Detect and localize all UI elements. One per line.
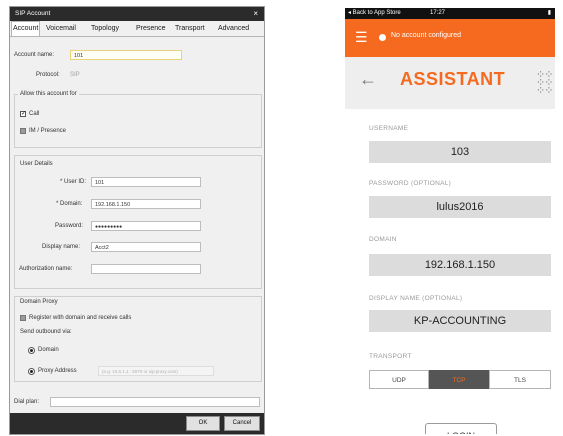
dialog-button-bar: OK Cancel [10,413,264,434]
assistant-title: ASSISTANT [400,69,506,89]
username-label: USERNAME [369,125,409,132]
radio-domain-label: Domain [38,347,59,353]
display-name-label: Display name: [42,244,81,250]
dial-plan-label: Dial plan: [14,399,40,405]
domain-proxy-title: Domain Proxy [20,299,58,305]
domain-field[interactable]: 192.168.1.150 [91,199,201,209]
mobile-assistant-screen: ◂ Back to App Store 17:27 ▮ ☰ No account… [345,8,555,434]
password-label: Password: [55,223,84,229]
dialog-title-bar: SIP Account × [10,7,264,21]
tab-transport[interactable]: Transport [175,22,205,36]
display-name-label: DISPLAY NAME (OPTIONAL) [369,295,463,302]
no-account-text: No account configured [391,32,462,39]
protocol-value: SIP [70,72,80,78]
protocol-label: Protocol: [36,72,60,78]
display-name-field[interactable]: Acct2 [91,242,201,252]
dialpad-grid-icon[interactable]: ⁘⁘ ⁘⁘ ⁘⁘ [536,70,554,97]
tab-bar: Account Voicemail Topology Presence Tran… [10,21,264,37]
dialog-title: SIP Account [15,10,51,17]
radio-proxy-label: Proxy Address [38,368,77,374]
register-checkbox[interactable] [20,315,26,321]
display-name-field[interactable]: KP-ACCOUNTING [369,310,551,332]
register-label: Register with domain and receive calls [29,315,132,321]
ok-button[interactable]: OK [186,416,220,431]
transport-label: TRANSPORT [369,353,412,360]
password-field[interactable]: lulus2016 [369,196,551,218]
call-label: Call [29,111,40,117]
account-name-label: Account name: [14,52,55,58]
user-id-field[interactable]: 101 [91,177,201,187]
password-field[interactable]: ●●●●●●●●● [91,221,201,231]
cancel-button[interactable]: Cancel [224,416,260,431]
assistant-header: ← ASSISTANT ⁘⁘ ⁘⁘ ⁘⁘ [345,57,555,109]
tab-topology[interactable]: Topology [91,22,119,36]
transport-tls[interactable]: TLS [489,370,551,389]
username-field[interactable]: 103 [369,141,551,163]
battery-icon: ▮ [547,10,551,16]
tab-advanced[interactable]: Advanced [218,22,249,36]
dial-plan-field[interactable] [50,397,260,407]
tab-presence[interactable]: Presence [136,22,166,36]
domain-field[interactable]: 192.168.1.150 [369,254,551,276]
im-presence-label: IM / Presence [29,128,67,134]
status-dot-icon [379,34,386,41]
transport-tcp[interactable]: TCP [429,370,489,389]
call-checkbox[interactable]: ✓ [20,111,26,117]
tab-voicemail[interactable]: Voicemail [46,22,76,36]
password-label: PASSWORD (OPTIONAL) [369,180,452,187]
status-bar: ◂ Back to App Store 17:27 ▮ [345,8,555,19]
sip-account-dialog: SIP Account × Account Voicemail Topology… [9,6,265,435]
menu-icon[interactable]: ☰ [355,29,368,45]
transport-udp[interactable]: UDP [369,370,429,389]
radio-domain[interactable] [28,347,35,354]
im-presence-checkbox[interactable] [20,128,26,134]
app-bar: ☰ No account configured [345,19,555,57]
radio-proxy[interactable] [28,368,35,375]
send-outbound-label: Send outbound via: [20,329,72,335]
proxy-address-field[interactable]: (e.g. 10.6.1.1 : 5070 or sip:proxy.com) [98,366,214,376]
authorization-name-label: Authorization name: [19,266,73,272]
authorization-name-field[interactable] [91,264,201,274]
tab-account[interactable]: Account [11,21,41,36]
allow-account-group [14,94,262,148]
domain-label: DOMAIN [369,236,397,243]
status-time: 17:27 [430,10,446,16]
back-arrow-icon[interactable]: ← [359,69,377,90]
back-to-app-store[interactable]: ◂ Back to App Store [348,8,401,19]
account-name-field[interactable]: 101 [70,50,182,60]
close-icon[interactable]: × [253,7,258,21]
domain-label: * Domain: [56,201,83,207]
user-id-label: * User ID: [60,179,87,185]
login-button[interactable]: LOGIN [425,423,497,434]
user-details-title: User Details [20,161,53,167]
allow-group-title: Allow this account for [18,91,79,97]
